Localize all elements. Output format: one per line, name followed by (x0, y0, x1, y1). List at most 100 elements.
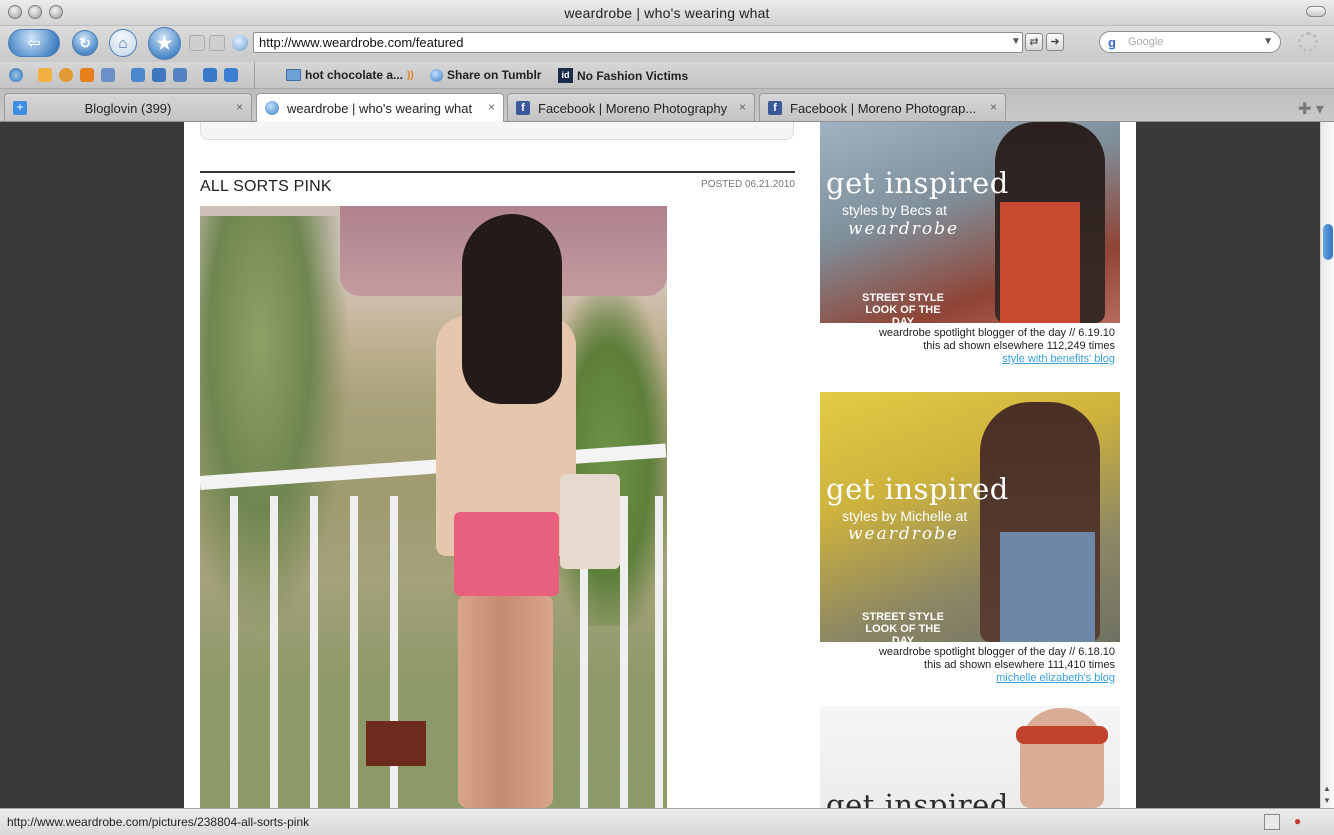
reload-icon: ↻ (79, 34, 91, 51)
close-tab-icon[interactable]: × (990, 100, 997, 114)
plus-icon: + (13, 101, 27, 115)
sparkle-icon[interactable] (131, 68, 145, 82)
tab-label: Facebook | Moreno Photography (538, 101, 728, 116)
ad-blog-link[interactable]: michelle elizabeth's blog (820, 672, 1115, 685)
tab-bloglovin[interactable]: + Bloglovin (399) × (4, 93, 252, 121)
page-content: ALL SORTS PINK POSTED 06.21.2010 get ins… (184, 122, 1136, 808)
toolbar-toggle-button[interactable] (1306, 6, 1326, 17)
go-button[interactable]: ➜ (1046, 33, 1064, 51)
post-title[interactable]: ALL SORTS PINK (200, 178, 332, 196)
scroll-thumb[interactable] (1323, 224, 1333, 260)
up-arrow-icon[interactable] (224, 68, 238, 82)
ad-subtitle: styles by Michelle at (842, 508, 968, 524)
post-date: POSTED 06.21.2010 (701, 179, 795, 190)
post-photo[interactable] (200, 206, 667, 808)
rail-bar (270, 496, 278, 808)
ad-subtitle: styles by Becs at (842, 202, 948, 218)
feed-icon[interactable] (209, 35, 225, 51)
star-icon: ★ (156, 33, 173, 53)
back-forward-button[interactable]: ⇦ (8, 29, 60, 57)
facebook-icon: f (768, 101, 782, 115)
brick (366, 721, 426, 766)
ad-headline: get inspired (826, 166, 1009, 200)
tab-bar: + Bloglovin (399) × weardrobe | who's we… (0, 89, 1334, 122)
ad-brand: weardrobe (848, 219, 960, 239)
close-tab-icon[interactable]: × (236, 100, 243, 114)
window-title: weardrobe | who's wearing what (564, 5, 770, 21)
tab-facebook-1[interactable]: f Facebook | Moreno Photography × (507, 93, 755, 121)
status-bar: http://www.weardrobe.com/pictures/238804… (0, 808, 1334, 835)
tab-label: weardrobe | who's wearing what (287, 101, 473, 116)
person-hair (462, 214, 562, 404)
ad-model-face (1020, 708, 1104, 808)
tab-weardrobe[interactable]: weardrobe | who's wearing what × (256, 93, 504, 122)
bookmark-share-on-tumblr[interactable]: Share on Tumblr (430, 68, 541, 82)
close-tab-icon[interactable]: × (488, 100, 495, 114)
box-icon[interactable] (173, 68, 187, 82)
person-skirt (454, 512, 559, 596)
rail-bar (655, 496, 663, 808)
ad-image[interactable]: get inspired (820, 706, 1120, 808)
close-tab-icon[interactable]: × (739, 100, 746, 114)
web-icon[interactable] (9, 68, 23, 82)
ad-model-dress (1000, 202, 1080, 323)
record-icon[interactable]: ● (1294, 814, 1310, 830)
ad-street-style: STREET STYLE LOOK OF THE DAY (862, 292, 944, 323)
user-icon[interactable] (38, 68, 52, 82)
bookmark-label: hot chocolate a... (305, 68, 404, 82)
site-identity-icon[interactable] (232, 35, 248, 51)
feather-icon[interactable] (203, 68, 217, 82)
search-input[interactable]: g Google ▼ (1099, 31, 1281, 53)
ad-model-jacket (1000, 532, 1095, 642)
screen-icon[interactable] (1264, 814, 1280, 830)
google-g-icon: g (1108, 35, 1116, 50)
ad-image[interactable]: get inspired styles by Becs at weardrobe… (820, 122, 1120, 323)
home-icon: ⌂ (118, 34, 128, 52)
id-icon: id (558, 68, 573, 83)
ad-meta: weardrobe spotlight blogger of the day /… (820, 646, 1115, 685)
scroll-up-arrow-icon[interactable]: ▲ (1323, 784, 1331, 793)
person-bag (560, 474, 620, 569)
mail-icon[interactable] (101, 68, 115, 82)
ad-headline: get inspired (826, 788, 1009, 808)
key-icon[interactable] (152, 68, 166, 82)
vertical-scrollbar[interactable]: ▲ ▼ (1320, 122, 1334, 808)
bookmark-label: Share on Tumblr (447, 68, 542, 82)
ad-blog-link[interactable]: style with benefits' blog (820, 353, 1115, 366)
ad-line1: weardrobe spotlight blogger of the day /… (878, 646, 1115, 658)
tab-facebook-2[interactable]: f Facebook | Moreno Photograp... × (759, 93, 1006, 121)
rail-bar (310, 496, 318, 808)
search-engine-dropdown-icon[interactable]: ▼ (1263, 36, 1273, 47)
previous-post-card (200, 122, 794, 140)
reload-button[interactable]: ↻ (72, 30, 98, 56)
rail-bar (350, 496, 358, 808)
ad-image[interactable]: get inspired styles by Michelle at weard… (820, 392, 1120, 642)
rss-icon: )) (407, 69, 414, 81)
post-divider (200, 171, 795, 173)
translate-icon[interactable]: ⇄ (1025, 33, 1043, 51)
title-bar: weardrobe | who's wearing what (0, 0, 1334, 26)
bookmark-no-fashion-victims[interactable]: id No Fashion Victims (558, 68, 688, 83)
bookmark-star-button[interactable]: ★ (148, 27, 181, 60)
url-history-dropdown-icon[interactable]: ▼ (1011, 36, 1021, 47)
url-input[interactable]: http://www.weardrobe.com/featured (253, 32, 1023, 53)
scroll-down-arrow-icon[interactable]: ▼ (1323, 796, 1331, 805)
status-url: http://www.weardrobe.com/pictures/238804… (7, 815, 310, 829)
rss-icon[interactable] (80, 68, 94, 82)
cookie-icon[interactable] (59, 68, 73, 82)
home-button[interactable]: ⌂ (109, 29, 137, 57)
search-placeholder: Google (1128, 36, 1164, 48)
ad-line2: this ad shown elsewhere 112,249 times (923, 340, 1115, 352)
ad-brand: weardrobe (848, 524, 960, 544)
bookmarks-toolbar: hot chocolate a... )) Share on Tumblr id… (0, 62, 1334, 89)
tab-label: Facebook | Moreno Photograp... (790, 101, 977, 116)
ad-meta: weardrobe spotlight blogger of the day /… (820, 327, 1115, 366)
rail-bar (230, 496, 238, 808)
facebook-icon: f (516, 101, 530, 115)
globe-icon (430, 68, 443, 82)
print-icon[interactable] (189, 35, 205, 51)
ad-line2: this ad shown elsewhere 111,410 times (924, 659, 1115, 671)
new-tab-button[interactable]: ✚ ▾ (1298, 99, 1324, 119)
bookmark-hot-chocolate[interactable]: hot chocolate a... )) (286, 68, 414, 82)
rail-bar (620, 496, 628, 808)
